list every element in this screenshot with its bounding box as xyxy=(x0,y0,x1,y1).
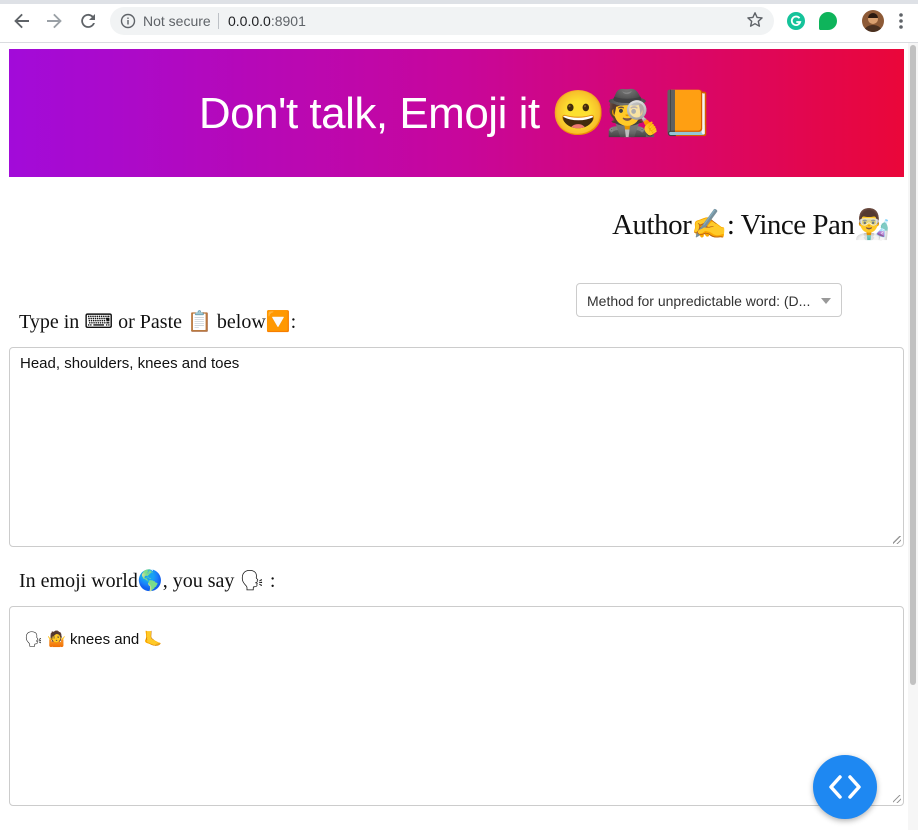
address-bar[interactable]: Not secure 0.0.0.0:8901 xyxy=(110,7,774,35)
input-label: Type in ⌨ or Paste 📋 below🔽: xyxy=(19,311,297,333)
code-brackets-icon xyxy=(829,775,861,799)
url-text[interactable]: 0.0.0.0:8901 xyxy=(228,13,306,29)
code-fab-button[interactable] xyxy=(813,755,877,819)
resize-handle-icon[interactable] xyxy=(893,795,901,803)
url-port: :8901 xyxy=(270,13,306,29)
page-title: Don't talk, Emoji it 😀🕵📙 xyxy=(198,89,715,138)
output-label: In emoji world🌎, you say 🗣 : xyxy=(19,570,276,592)
reload-button[interactable] xyxy=(76,9,100,33)
author-credit: Author✍: Vince Pan👨‍🔬 xyxy=(612,209,890,241)
omnibox-divider xyxy=(218,13,219,29)
chevron-down-icon xyxy=(821,298,831,304)
forward-button[interactable] xyxy=(42,9,66,33)
input-textarea[interactable]: Head, shoulders, knees and toes xyxy=(9,347,904,547)
method-select[interactable]: Method for unpredictable word: (D... xyxy=(576,283,842,317)
security-status: Not secure xyxy=(143,13,211,29)
scrollbar-thumb[interactable] xyxy=(910,45,916,685)
info-icon[interactable] xyxy=(120,13,136,34)
forward-arrow-icon xyxy=(47,13,62,29)
extension-leaf-icon[interactable] xyxy=(819,12,837,30)
hero-banner: Don't talk, Emoji it 😀🕵📙 xyxy=(9,49,904,177)
back-arrow-icon xyxy=(14,13,29,29)
grammarly-extension-icon[interactable] xyxy=(787,12,805,30)
method-select-value: Method for unpredictable word: (D... xyxy=(587,293,811,309)
url-host: 0.0.0.0 xyxy=(228,13,271,29)
input-text: Head, shoulders, knees and toes xyxy=(20,355,240,372)
back-button[interactable] xyxy=(10,9,34,33)
browser-menu-icon[interactable] xyxy=(898,11,904,36)
resize-handle-icon[interactable] xyxy=(893,536,901,544)
profile-avatar[interactable] xyxy=(862,10,884,32)
tab-strip xyxy=(0,0,918,4)
browser-toolbar: Not secure 0.0.0.0:8901 xyxy=(0,0,918,43)
reload-icon xyxy=(81,13,95,28)
output-text: 🗣 🤷 knees and 🦶 xyxy=(24,631,163,648)
bookmark-star-icon[interactable] xyxy=(746,11,764,34)
output-textarea[interactable]: 🗣 🤷 knees and 🦶 xyxy=(9,606,904,806)
